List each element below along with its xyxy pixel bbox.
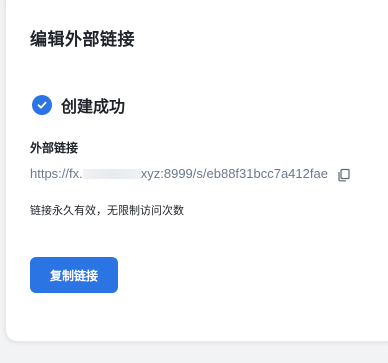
- link-row: https://fx. xyz:8999/s/eb88f31bcc7a412fae: [30, 166, 351, 181]
- copy-link-button[interactable]: 复制链接: [30, 257, 118, 293]
- external-link-dialog: 编辑外部链接 创建成功 外部链接 https://fx. xyz:8999/s/e…: [5, 0, 388, 342]
- success-text: 创建成功: [61, 97, 126, 116]
- link-validity-note: 链接永久有效，无限制访问次数: [30, 204, 184, 217]
- redacted-segment: [82, 168, 141, 179]
- external-link-url[interactable]: https://fx. xyz:8999/s/eb88f31bcc7a412fae: [30, 166, 328, 181]
- external-link-label: 外部链接: [30, 141, 79, 155]
- link-prefix: https://fx.: [30, 166, 83, 181]
- success-status: 创建成功: [32, 93, 125, 117]
- dialog-title: 编辑外部链接: [30, 30, 135, 50]
- link-suffix: xyz:8999/s/eb88f31bcc7a412fae: [140, 166, 328, 181]
- check-circle-icon: [32, 95, 52, 115]
- copy-icon[interactable]: [337, 167, 351, 181]
